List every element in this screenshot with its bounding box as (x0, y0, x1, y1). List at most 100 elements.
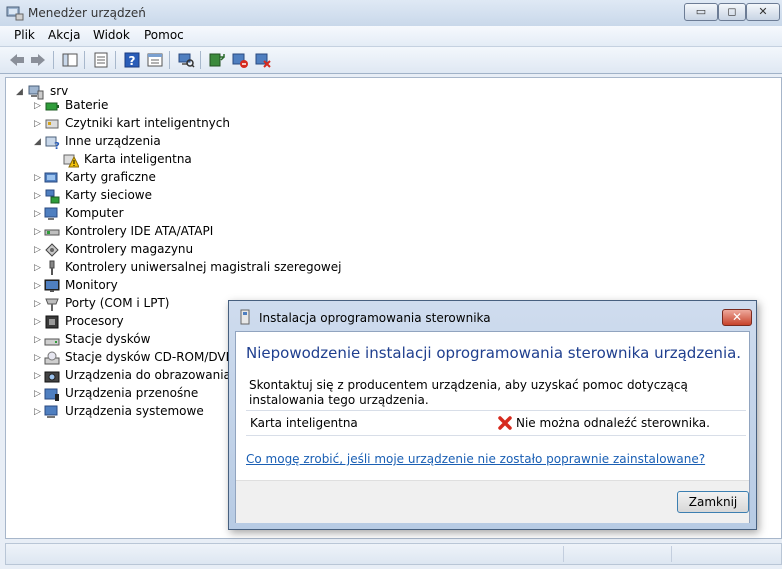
error-x-icon (498, 416, 512, 430)
driver-install-dialog: Instalacja oprogramowania sterownika ✕ N… (228, 300, 757, 530)
system-device-icon (44, 405, 58, 418)
tree-node-label: Inne urządzenia (65, 134, 161, 148)
device-status-row: Karta inteligentna Nie można odnaleźć st… (246, 410, 746, 436)
expand-icon[interactable]: ▷ (34, 335, 42, 345)
toolbar: ? (0, 47, 782, 74)
status-bar (5, 543, 782, 565)
update-driver-icon[interactable] (208, 51, 226, 69)
collapse-icon[interactable]: ◢ (16, 87, 24, 97)
tree-node-label: Porty (COM i LPT) (65, 296, 170, 310)
tree-node-label: Kontrolery magazynu (65, 242, 194, 256)
smartcard-reader-icon (45, 119, 59, 129)
dialog-body: Niepowodzenie instalacji oprogramowania … (235, 331, 750, 523)
dialog-footer: Zamknij (236, 480, 749, 523)
uninstall-device-icon[interactable] (254, 51, 272, 69)
close-icon: ✕ (731, 310, 743, 324)
usb-controller-icon (49, 260, 55, 275)
tree-root-label: srv (50, 84, 69, 98)
monitor-icon (44, 279, 60, 292)
maximize-icon: ◻ (727, 5, 737, 18)
device-manager-icon (6, 6, 24, 21)
unknown-device-icon: ? (45, 136, 60, 150)
menu-widok[interactable]: Widok (89, 28, 134, 42)
menu-pomoc[interactable]: Pomoc (140, 28, 188, 42)
collapse-icon[interactable]: ◢ (34, 137, 42, 147)
tree-node-label: Kontrolery IDE ATA/ATAPI (65, 224, 214, 238)
expand-icon[interactable]: ▷ (34, 371, 42, 381)
expand-icon[interactable]: ▷ (34, 407, 42, 417)
toolbar-separator (200, 51, 201, 69)
expand-icon[interactable]: ▷ (34, 101, 42, 111)
dialog-message: Skontaktuj się z producentem urządzenia,… (249, 378, 688, 407)
tree-node-label: Karty sieciowe (65, 188, 153, 202)
menu-bar: Plik Akcja Widok Pomoc (0, 26, 782, 47)
toolbar-separator (53, 51, 54, 69)
computer-icon (28, 85, 44, 100)
device-manager-window: Menedżer urządzeń ▭ ◻ ✕ Plik Akcja Widok… (0, 0, 782, 569)
tree-node-label: Karty graficzne (65, 170, 156, 184)
svg-text:?: ? (54, 141, 60, 150)
toolbar-separator (115, 51, 116, 69)
dialog-close-button[interactable]: ✕ (722, 309, 752, 326)
expand-icon[interactable]: ▷ (34, 263, 42, 273)
expand-icon[interactable]: ▷ (34, 389, 42, 399)
tree-node-label: Kontrolery uniwersalnej magistrali szere… (65, 260, 342, 274)
device-name: Karta inteligentna (250, 416, 358, 430)
menu-plik[interactable]: Plik (10, 28, 39, 42)
cdrom-icon (44, 351, 60, 365)
expand-icon[interactable]: ▷ (34, 299, 42, 309)
network-adapter-icon (45, 189, 60, 204)
battery-icon (45, 102, 59, 111)
close-window-button[interactable]: ✕ (746, 3, 780, 21)
expand-icon[interactable]: ▷ (34, 209, 42, 219)
tree-node-label: Stacje dysków CD-ROM/DVD (65, 350, 235, 364)
device-status-text: Nie można odnaleźć sterownika. (516, 416, 710, 430)
tree-node-label: Urządzenia systemowe (65, 404, 204, 418)
show-hide-console-tree-icon[interactable] (61, 51, 79, 69)
expand-icon[interactable]: ▷ (34, 119, 42, 129)
expand-icon[interactable]: ▷ (34, 227, 42, 237)
menu-akcja[interactable]: Akcja (44, 28, 84, 42)
tree-node-label: Czytniki kart inteligentnych (65, 116, 230, 130)
title-bar[interactable]: Menedżer urządzeń ▭ ◻ ✕ (0, 0, 782, 26)
svg-text:?: ? (129, 54, 136, 68)
close-icon: ✕ (758, 5, 768, 18)
toolbar-separator (84, 51, 85, 69)
expand-icon[interactable]: ▷ (34, 191, 42, 201)
help-link[interactable]: Co mogę zrobić, jeśli moje urządzenie ni… (246, 452, 705, 466)
back-arrow-icon[interactable] (8, 51, 26, 69)
forward-arrow-icon[interactable] (29, 51, 47, 69)
tree-node-label: Procesory (65, 314, 124, 328)
tree-node-label: Karta inteligentna (84, 152, 192, 166)
disable-device-icon[interactable] (231, 51, 249, 69)
ide-controller-icon (44, 229, 60, 236)
expand-icon[interactable]: ▷ (34, 317, 42, 327)
view-icon[interactable] (146, 51, 164, 69)
maximize-button[interactable]: ◻ (718, 3, 746, 21)
computer-icon (44, 207, 58, 220)
expand-icon[interactable]: ▷ (34, 245, 42, 255)
expand-icon[interactable]: ▷ (34, 281, 42, 291)
processor-icon (45, 315, 59, 329)
zamknij-button[interactable]: Zamknij (677, 491, 749, 513)
toolbar-separator (169, 51, 170, 69)
dialog-title: Instalacja oprogramowania sterownika (259, 311, 491, 325)
minimize-button[interactable]: ▭ (684, 3, 718, 21)
expand-icon[interactable]: ▷ (34, 353, 42, 363)
port-icon (45, 298, 59, 311)
properties-icon[interactable] (92, 51, 110, 69)
window-title: Menedżer urządzeń (28, 6, 146, 20)
camera-icon (44, 371, 60, 383)
expand-icon[interactable]: ▷ (34, 173, 42, 183)
status-divider (671, 546, 672, 562)
scan-hardware-icon[interactable] (177, 51, 195, 69)
tree-node-label: Urządzenia do obrazowania (65, 368, 231, 382)
help-icon[interactable]: ? (123, 51, 141, 69)
dialog-heading: Niepowodzenie instalacji oprogramowania … (246, 344, 742, 362)
tree-node-label: Stacje dysków (65, 332, 151, 346)
driver-install-icon (240, 309, 250, 325)
tree-node-label: Komputer (65, 206, 124, 220)
tree-node-label: Baterie (65, 98, 109, 112)
portable-device-icon (44, 388, 59, 401)
storage-controller-icon (45, 243, 59, 257)
